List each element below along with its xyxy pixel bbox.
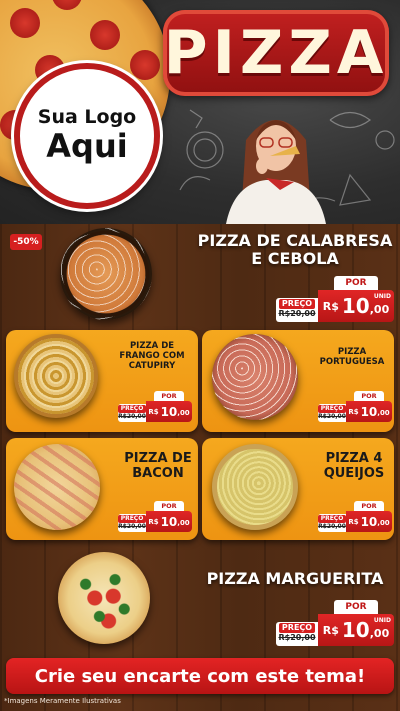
product-name-marguerita: PIZZA MARGUERITA — [206, 569, 384, 588]
logo-placeholder[interactable]: Sua Logo Aqui — [14, 63, 160, 209]
product-name-portuguesa: PIZZA PORTUGUESA — [319, 347, 385, 367]
price-tag-4-queijos[interactable]: PREÇO R$20,00 POR R$ 10 ,00 — [317, 501, 392, 532]
pizza-4-queijos-image — [212, 444, 298, 530]
product-name-4-queijos: PIZZA 4 QUEIJOS — [323, 451, 385, 481]
featured-price-tag[interactable]: PREÇO R$20,00 POR R$ 10 ,00 UNID — [276, 276, 394, 322]
title-badge: PIZZA — [163, 10, 389, 96]
page-title: PIZZA — [163, 18, 389, 88]
price-tag-bacon[interactable]: PREÇO R$20,00 POR R$ 10 ,00 — [117, 501, 192, 532]
price-tag-portuguesa[interactable]: PREÇO R$20,00 POR R$ 10 ,00 — [317, 391, 392, 422]
footnote: *Imagens Meramente Ilustrativas — [4, 697, 121, 705]
header-chalkboard: Sua Logo Aqui PIZZA — [0, 0, 400, 224]
discount-badge: -50% — [10, 234, 42, 250]
price-tag-marguerita[interactable]: PREÇO R$20,00 POR R$ 10 ,00 UNID — [276, 600, 394, 646]
pizza-bacon-image — [14, 444, 100, 530]
featured-product-name: PIZZA DE CALABRESA E CEBOLA — [197, 231, 393, 269]
pizza-frango-image — [14, 334, 98, 418]
pizza-portuguesa-image — [212, 334, 298, 420]
product-name-frango: PIZZA DE FRANGO COM CATUPIRY — [119, 341, 185, 371]
logo-text-line1: Sua Logo — [37, 106, 137, 129]
logo-text-line2: Aqui — [46, 127, 128, 166]
pizza-marguerita-image — [58, 552, 150, 644]
footer-banner[interactable]: Crie seu encarte com este tema! — [6, 658, 394, 694]
price-tag-frango[interactable]: PREÇO R$20,00 POR R$ 10 ,00 — [117, 391, 192, 422]
woman-eating-pizza-image — [226, 120, 326, 224]
pizza-calabresa-image — [60, 228, 152, 320]
product-name-bacon: PIZZA DE BACON — [124, 451, 192, 481]
